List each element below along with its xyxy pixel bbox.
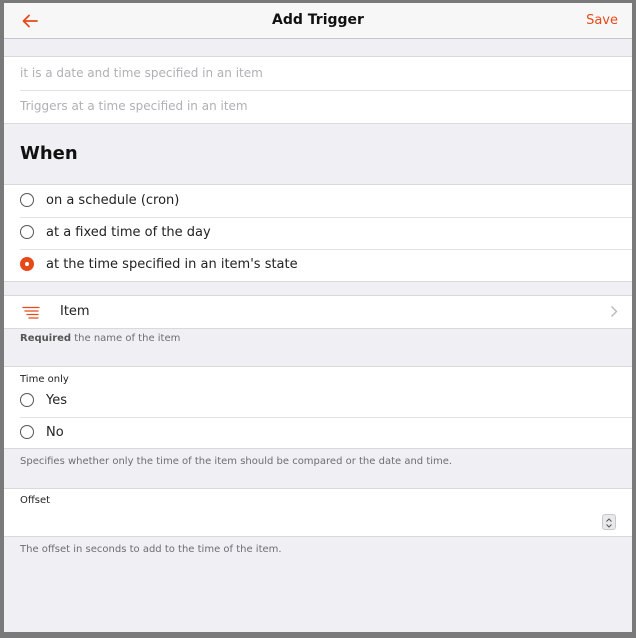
offset-label: Offset — [20, 495, 51, 506]
radio-option-yes[interactable]: Yes — [4, 385, 632, 417]
label-input[interactable]: it is a date and time specified in an it… — [4, 57, 632, 90]
radio-label: No — [46, 425, 64, 440]
radio-button[interactable] — [20, 225, 34, 239]
chevron-right-icon — [611, 306, 618, 317]
add-trigger-panel: Add Trigger Save it is a date and time s… — [4, 3, 632, 632]
number-stepper[interactable] — [602, 514, 616, 530]
trigger-info-list: it is a date and time specified in an it… — [4, 56, 632, 124]
offset-description: The offset in seconds to add to the time… — [20, 544, 282, 555]
page-title: Add Trigger — [272, 12, 364, 28]
navbar: Add Trigger Save — [4, 3, 632, 39]
time-only-list: Time only Yes No — [4, 366, 632, 449]
required-prefix: Required — [20, 333, 72, 344]
stepper-arrows-icon — [606, 518, 612, 528]
radio-label: on a schedule (cron) — [46, 193, 180, 208]
required-text: the name of the item — [71, 333, 181, 344]
radio-option-cron[interactable]: on a schedule (cron) — [4, 185, 632, 217]
radio-button-checked[interactable] — [20, 257, 34, 271]
list-icon — [22, 306, 40, 319]
description-input-placeholder: Triggers at a time specified in an item — [20, 99, 248, 113]
radio-label: at a fixed time of the day — [46, 225, 211, 240]
when-options-list: on a schedule (cron) at a fixed time of … — [4, 184, 632, 282]
item-required-hint: Required the name of the item — [20, 333, 180, 344]
radio-option-fixed-time[interactable]: at a fixed time of the day — [4, 217, 632, 249]
save-button[interactable]: Save — [586, 13, 618, 28]
radio-label: Yes — [46, 393, 67, 408]
label-input-placeholder: it is a date and time specified in an it… — [20, 66, 263, 80]
radio-option-no[interactable]: No — [4, 417, 632, 449]
offset-input[interactable] — [20, 511, 584, 533]
radio-label: at the time specified in an item's state — [46, 257, 298, 272]
radio-button[interactable] — [20, 393, 34, 407]
radio-button[interactable] — [20, 425, 34, 439]
item-picker-row[interactable]: Item — [4, 296, 632, 328]
offset-list: Offset — [4, 488, 632, 537]
radio-option-item-state[interactable]: at the time specified in an item's state — [4, 249, 632, 281]
time-only-description: Specifies whether only the time of the i… — [20, 456, 453, 467]
time-only-label: Time only — [20, 374, 69, 385]
item-picker-label: Item — [60, 304, 90, 319]
when-heading: When — [20, 143, 78, 164]
radio-button[interactable] — [20, 193, 34, 207]
description-input[interactable]: Triggers at a time specified in an item — [4, 90, 632, 123]
item-picker-list: Item — [4, 295, 632, 329]
